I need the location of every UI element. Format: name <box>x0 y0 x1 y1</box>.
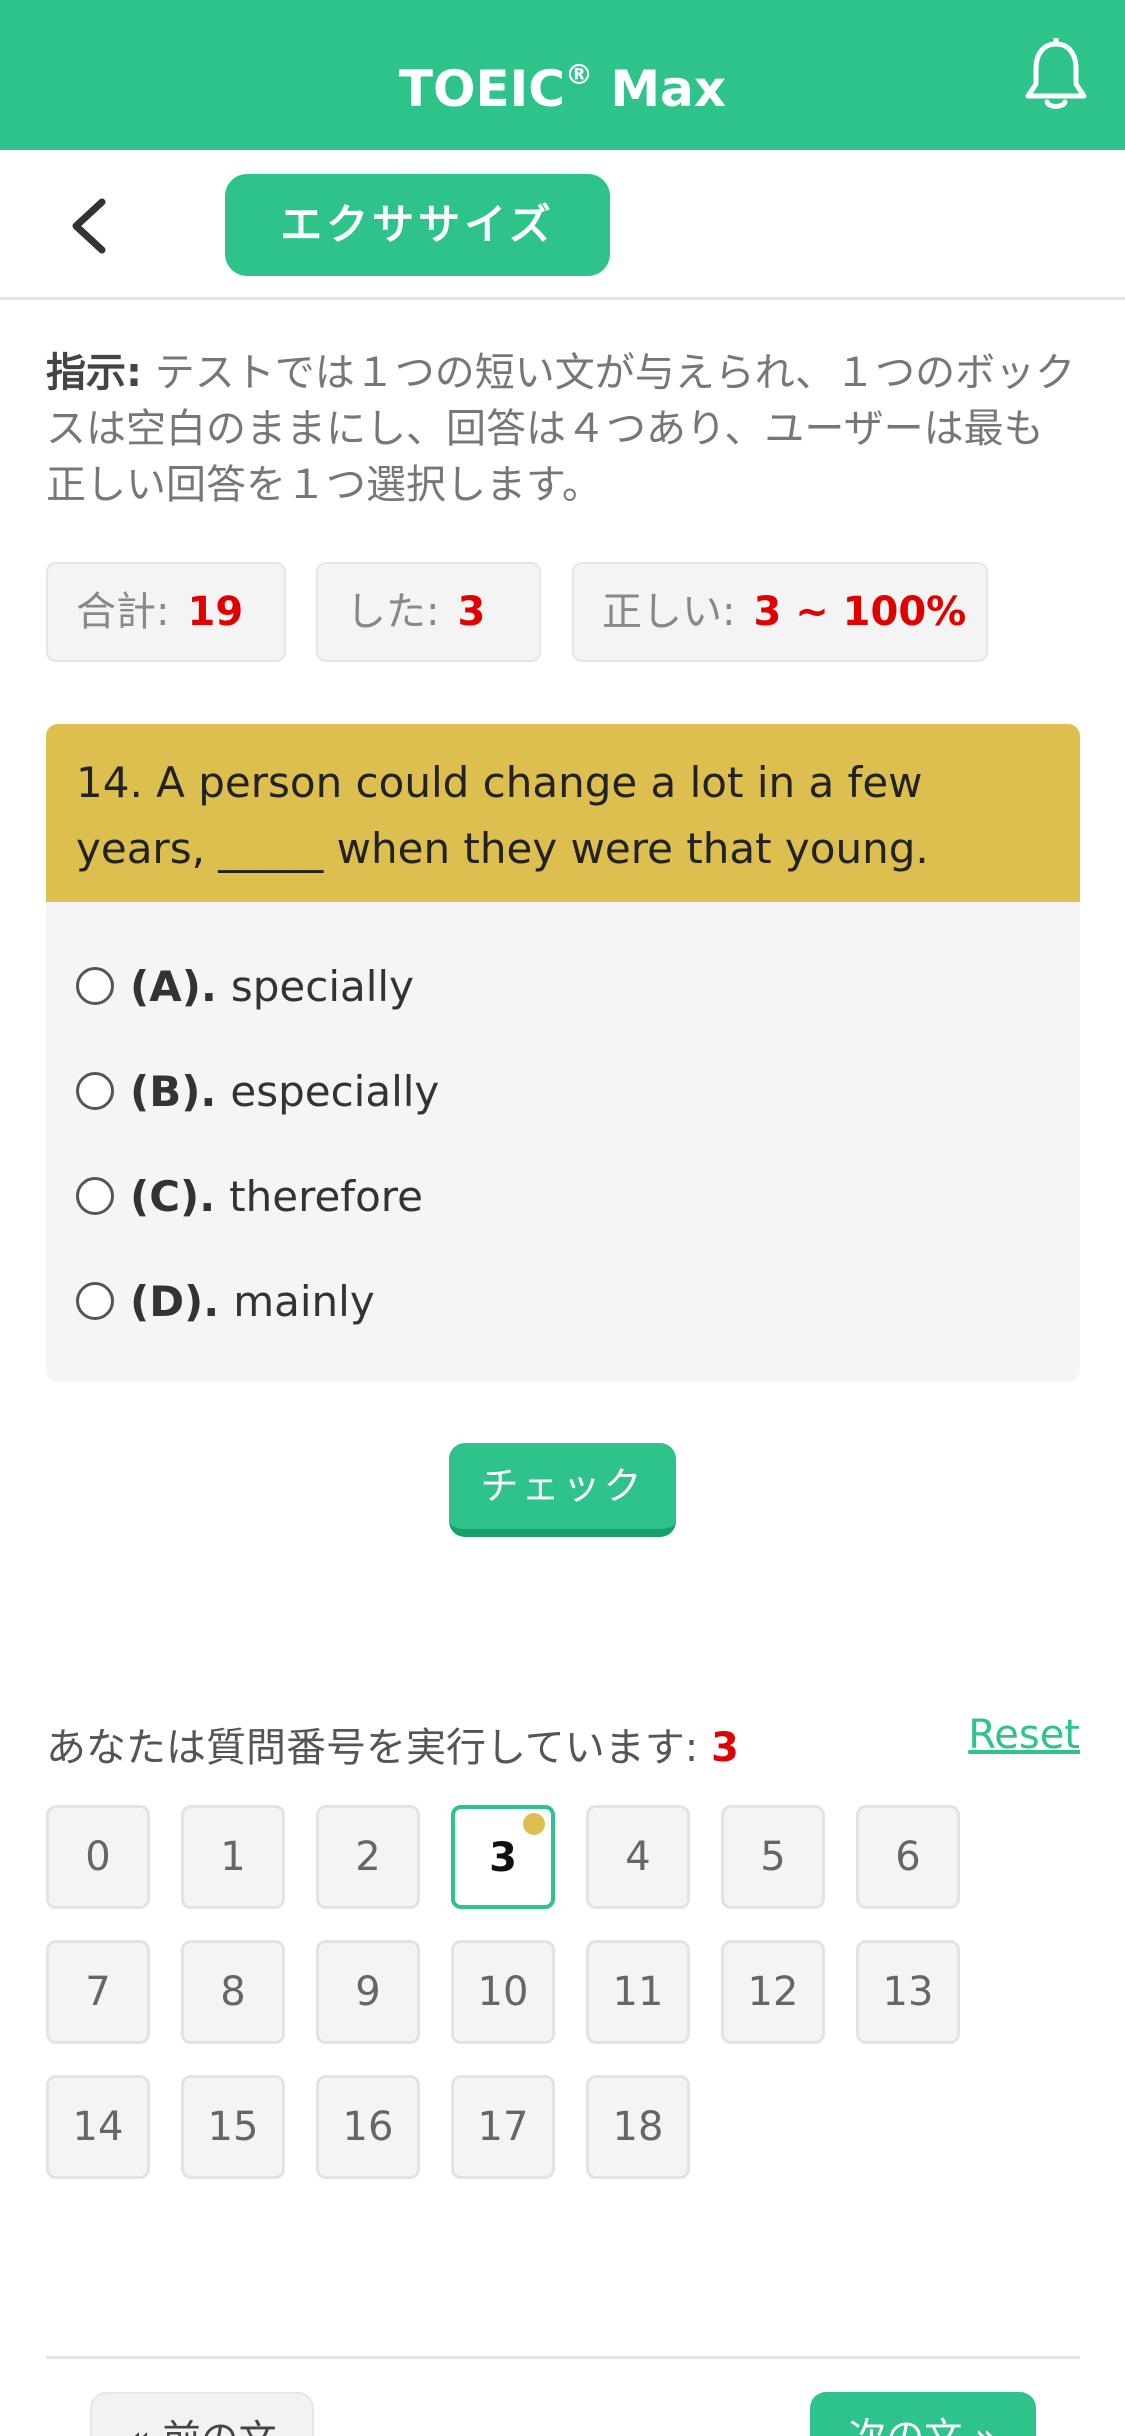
question-number-button[interactable]: 8 <box>181 1940 285 2044</box>
question-number-button[interactable]: 6 <box>856 1805 960 1909</box>
sub-header: エクササイズ <box>0 150 1125 300</box>
question-number-button[interactable]: 15 <box>181 2075 285 2179</box>
progress-text: あなたは質問番号を実行しています: 3 <box>46 1725 739 1771</box>
question-number-button[interactable]: 12 <box>721 1940 825 2044</box>
option-d[interactable]: (D). mainly <box>76 1271 375 1331</box>
question-card: 14. A person could change a lot in a few… <box>46 724 1080 1382</box>
question-number-button[interactable]: 10 <box>451 1940 555 2044</box>
question-number-button[interactable]: 16 <box>316 2075 420 2179</box>
question-number-button[interactable]: 13 <box>856 1940 960 2044</box>
question-number-button[interactable]: 18 <box>586 2075 690 2179</box>
radio-a[interactable] <box>76 967 114 1005</box>
instruction-label: 指示: <box>46 350 142 396</box>
question-number-button[interactable]: 17 <box>451 2075 555 2179</box>
question-number-button[interactable]: 7 <box>46 1940 150 2044</box>
stat-total: 合計: 19 <box>46 562 286 662</box>
question-number-button[interactable]: 2 <box>316 1805 420 1909</box>
stat-correct: 正しい: 3 ~ 100% <box>572 562 988 662</box>
question-number-button[interactable]: 14 <box>46 2075 150 2179</box>
bell-icon[interactable] <box>1021 38 1091 112</box>
exercise-tab[interactable]: エクササイズ <box>225 174 610 276</box>
back-arrow-icon[interactable] <box>62 196 118 256</box>
radio-d[interactable] <box>76 1282 114 1320</box>
question-number-button[interactable]: 5 <box>721 1805 825 1909</box>
stat-done: した: 3 <box>316 562 541 662</box>
prev-sentence-button[interactable]: « 前の文 <box>90 2392 314 2436</box>
app-title: TOEIC® Max <box>398 58 727 118</box>
next-sentence-button[interactable]: 次の文 » <box>810 2392 1036 2436</box>
question-number-button[interactable]: 3 <box>451 1805 555 1909</box>
radio-b[interactable] <box>76 1072 114 1110</box>
footer-divider <box>46 2356 1080 2359</box>
question-number-button[interactable]: 4 <box>586 1805 690 1909</box>
option-a[interactable]: (A). specially <box>76 956 414 1016</box>
current-indicator-dot <box>523 1813 545 1835</box>
question-text: 14. A person could change a lot in a few… <box>46 724 1080 902</box>
radio-c[interactable] <box>76 1177 114 1215</box>
option-c[interactable]: (C). therefore <box>76 1166 423 1226</box>
app-header: TOEIC® Max <box>0 0 1125 150</box>
reset-link[interactable]: Reset <box>968 1712 1080 1758</box>
check-button[interactable]: チェック <box>449 1443 676 1537</box>
question-number-button[interactable]: 1 <box>181 1805 285 1909</box>
question-number-button[interactable]: 11 <box>586 1940 690 2044</box>
instruction-text: 指示: テストでは１つの短い文が与えられ、１つのボックスは空白のままにし、回答は… <box>46 350 1076 508</box>
option-b[interactable]: (B). especially <box>76 1061 439 1121</box>
question-number-button[interactable]: 9 <box>316 1940 420 2044</box>
question-number-button[interactable]: 0 <box>46 1805 150 1909</box>
